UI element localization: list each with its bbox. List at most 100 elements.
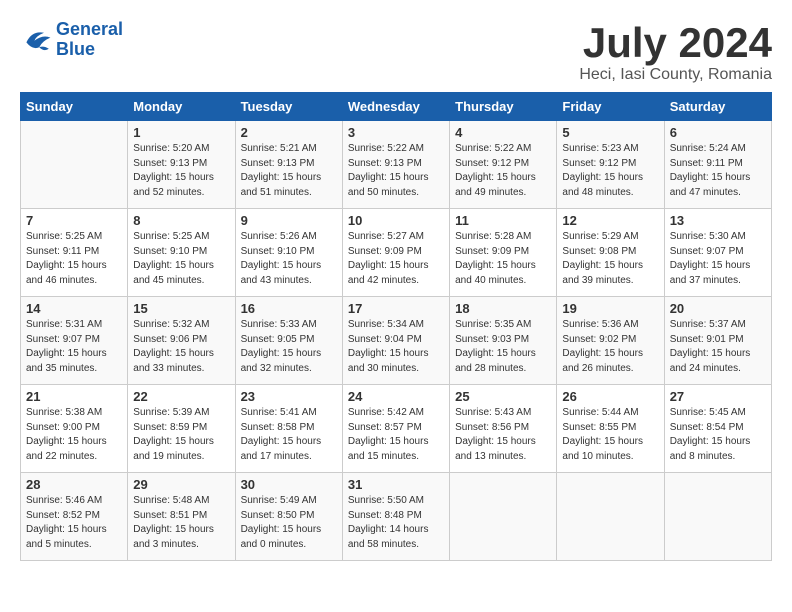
day-info: Sunrise: 5:24 AMSunset: 9:11 PMDaylight:… <box>670 142 766 200</box>
calendar-cell: 18 Sunrise: 5:35 AMSunset: 9:03 PMDayligh… <box>450 297 557 385</box>
day-number: 25 <box>455 389 551 404</box>
day-number: 8 <box>133 213 229 228</box>
calendar-cell: 28 Sunrise: 5:46 AMSunset: 8:52 PMDayligh… <box>21 473 128 561</box>
calendar-cell <box>450 473 557 561</box>
calendar-cell: 23 Sunrise: 5:41 AMSunset: 8:58 PMDayligh… <box>235 385 342 473</box>
logo-text: General Blue <box>56 20 123 60</box>
header-row: SundayMondayTuesdayWednesdayThursdayFrid… <box>21 93 772 121</box>
calendar-table: SundayMondayTuesdayWednesdayThursdayFrid… <box>20 92 772 561</box>
day-info: Sunrise: 5:33 AMSunset: 9:05 PMDaylight:… <box>241 318 337 376</box>
calendar-cell: 15 Sunrise: 5:32 AMSunset: 9:06 PMDayligh… <box>128 297 235 385</box>
calendar-cell <box>21 121 128 209</box>
day-info: Sunrise: 5:43 AMSunset: 8:56 PMDaylight:… <box>455 406 551 464</box>
day-info: Sunrise: 5:50 AMSunset: 8:48 PMDaylight:… <box>348 494 444 552</box>
calendar-cell: 26 Sunrise: 5:44 AMSunset: 8:55 PMDayligh… <box>557 385 664 473</box>
day-number: 6 <box>670 125 766 140</box>
day-info: Sunrise: 5:39 AMSunset: 8:59 PMDaylight:… <box>133 406 229 464</box>
header-day-wednesday: Wednesday <box>342 93 449 121</box>
header-day-monday: Monday <box>128 93 235 121</box>
logo-line2: Blue <box>56 39 95 59</box>
day-number: 28 <box>26 477 122 492</box>
week-row-1: 7 Sunrise: 5:25 AMSunset: 9:11 PMDaylight… <box>21 209 772 297</box>
day-info: Sunrise: 5:32 AMSunset: 9:06 PMDaylight:… <box>133 318 229 376</box>
day-number: 19 <box>562 301 658 316</box>
title-block: July 2024 Heci, Iasi County, Romania <box>579 20 772 84</box>
day-info: Sunrise: 5:38 AMSunset: 9:00 PMDaylight:… <box>26 406 122 464</box>
day-info: Sunrise: 5:35 AMSunset: 9:03 PMDaylight:… <box>455 318 551 376</box>
calendar-cell: 13 Sunrise: 5:30 AMSunset: 9:07 PMDayligh… <box>664 209 771 297</box>
day-info: Sunrise: 5:27 AMSunset: 9:09 PMDaylight:… <box>348 230 444 288</box>
day-info: Sunrise: 5:44 AMSunset: 8:55 PMDaylight:… <box>562 406 658 464</box>
day-info: Sunrise: 5:22 AMSunset: 9:13 PMDaylight:… <box>348 142 444 200</box>
day-number: 7 <box>26 213 122 228</box>
day-number: 16 <box>241 301 337 316</box>
calendar-cell: 21 Sunrise: 5:38 AMSunset: 9:00 PMDayligh… <box>21 385 128 473</box>
day-info: Sunrise: 5:21 AMSunset: 9:13 PMDaylight:… <box>241 142 337 200</box>
day-number: 23 <box>241 389 337 404</box>
calendar-cell: 7 Sunrise: 5:25 AMSunset: 9:11 PMDaylight… <box>21 209 128 297</box>
day-info: Sunrise: 5:29 AMSunset: 9:08 PMDaylight:… <box>562 230 658 288</box>
day-info: Sunrise: 5:49 AMSunset: 8:50 PMDaylight:… <box>241 494 337 552</box>
day-number: 2 <box>241 125 337 140</box>
calendar-cell: 5 Sunrise: 5:23 AMSunset: 9:12 PMDaylight… <box>557 121 664 209</box>
calendar-cell: 3 Sunrise: 5:22 AMSunset: 9:13 PMDaylight… <box>342 121 449 209</box>
day-number: 5 <box>562 125 658 140</box>
day-number: 30 <box>241 477 337 492</box>
day-info: Sunrise: 5:45 AMSunset: 8:54 PMDaylight:… <box>670 406 766 464</box>
day-number: 21 <box>26 389 122 404</box>
calendar-cell: 19 Sunrise: 5:36 AMSunset: 9:02 PMDayligh… <box>557 297 664 385</box>
day-info: Sunrise: 5:48 AMSunset: 8:51 PMDaylight:… <box>133 494 229 552</box>
calendar-cell: 24 Sunrise: 5:42 AMSunset: 8:57 PMDayligh… <box>342 385 449 473</box>
day-info: Sunrise: 5:25 AMSunset: 9:11 PMDaylight:… <box>26 230 122 288</box>
calendar-title: July 2024 <box>579 20 772 66</box>
day-number: 9 <box>241 213 337 228</box>
day-number: 17 <box>348 301 444 316</box>
header-day-thursday: Thursday <box>450 93 557 121</box>
logo-icon <box>20 26 52 54</box>
calendar-cell: 22 Sunrise: 5:39 AMSunset: 8:59 PMDayligh… <box>128 385 235 473</box>
calendar-cell <box>557 473 664 561</box>
calendar-cell: 2 Sunrise: 5:21 AMSunset: 9:13 PMDaylight… <box>235 121 342 209</box>
calendar-cell: 10Sunrise: 5:27 AMSunset: 9:09 PMDayligh… <box>342 209 449 297</box>
day-info: Sunrise: 5:30 AMSunset: 9:07 PMDaylight:… <box>670 230 766 288</box>
calendar-cell: 8Sunrise: 5:25 AMSunset: 9:10 PMDaylight… <box>128 209 235 297</box>
day-number: 31 <box>348 477 444 492</box>
day-info: Sunrise: 5:26 AMSunset: 9:10 PMDaylight:… <box>241 230 337 288</box>
calendar-cell: 4Sunrise: 5:22 AMSunset: 9:12 PMDaylight… <box>450 121 557 209</box>
day-number: 15 <box>133 301 229 316</box>
day-number: 26 <box>562 389 658 404</box>
day-number: 3 <box>348 125 444 140</box>
calendar-cell <box>664 473 771 561</box>
logo-line1: General <box>56 19 123 39</box>
day-info: Sunrise: 5:36 AMSunset: 9:02 PMDaylight:… <box>562 318 658 376</box>
calendar-cell: 14Sunrise: 5:31 AMSunset: 9:07 PMDayligh… <box>21 297 128 385</box>
calendar-cell: 1 Sunrise: 5:20 AMSunset: 9:13 PMDaylight… <box>128 121 235 209</box>
day-number: 24 <box>348 389 444 404</box>
calendar-cell: 29 Sunrise: 5:48 AMSunset: 8:51 PMDayligh… <box>128 473 235 561</box>
day-info: Sunrise: 5:37 AMSunset: 9:01 PMDaylight:… <box>670 318 766 376</box>
day-number: 22 <box>133 389 229 404</box>
header-day-friday: Friday <box>557 93 664 121</box>
day-number: 20 <box>670 301 766 316</box>
calendar-cell: 31 Sunrise: 5:50 AMSunset: 8:48 PMDayligh… <box>342 473 449 561</box>
calendar-cell: 16 Sunrise: 5:33 AMSunset: 9:05 PMDayligh… <box>235 297 342 385</box>
header-day-saturday: Saturday <box>664 93 771 121</box>
day-number: 27 <box>670 389 766 404</box>
calendar-cell: 12Sunrise: 5:29 AMSunset: 9:08 PMDayligh… <box>557 209 664 297</box>
day-number: 1 <box>133 125 229 140</box>
day-info: Sunrise: 5:22 AMSunset: 9:12 PMDaylight:… <box>455 142 551 200</box>
calendar-cell: 30 Sunrise: 5:49 AMSunset: 8:50 PMDayligh… <box>235 473 342 561</box>
page-header: General Blue July 2024 Heci, Iasi County… <box>20 20 772 84</box>
day-info: Sunrise: 5:42 AMSunset: 8:57 PMDaylight:… <box>348 406 444 464</box>
day-number: 18 <box>455 301 551 316</box>
week-row-0: 1 Sunrise: 5:20 AMSunset: 9:13 PMDaylight… <box>21 121 772 209</box>
day-info: Sunrise: 5:41 AMSunset: 8:58 PMDaylight:… <box>241 406 337 464</box>
header-day-tuesday: Tuesday <box>235 93 342 121</box>
week-row-3: 21 Sunrise: 5:38 AMSunset: 9:00 PMDayligh… <box>21 385 772 473</box>
day-number: 29 <box>133 477 229 492</box>
day-number: 13 <box>670 213 766 228</box>
calendar-cell: 11Sunrise: 5:28 AMSunset: 9:09 PMDayligh… <box>450 209 557 297</box>
day-info: Sunrise: 5:20 AMSunset: 9:13 PMDaylight:… <box>133 142 229 200</box>
day-info: Sunrise: 5:23 AMSunset: 9:12 PMDaylight:… <box>562 142 658 200</box>
day-info: Sunrise: 5:46 AMSunset: 8:52 PMDaylight:… <box>26 494 122 552</box>
